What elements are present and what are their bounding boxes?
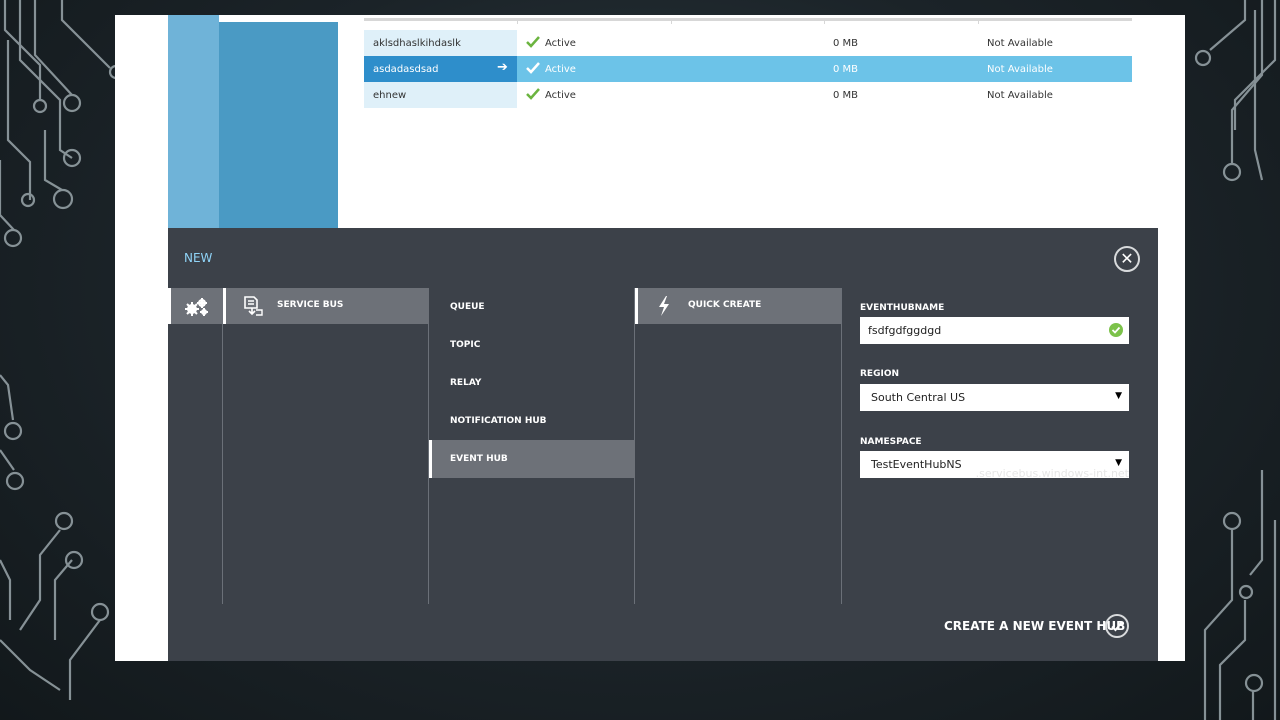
arrow-right-icon[interactable]: ➔ [497,60,508,75]
row-name[interactable]: aklsdhaslkihdaslk [364,30,517,56]
column-divider [978,18,979,24]
checkmark-icon [1111,621,1123,632]
portal-screenshot: aklsdhaslkihdaslk Active 0 MB Not Availa… [115,15,1185,661]
namespace-label: NAMESPACE [860,437,922,447]
column-divider [671,18,672,24]
row-status: Active [545,38,576,49]
column-divider [824,18,825,24]
eventhub-name-input[interactable]: fsdfgdfggdgd [860,317,1129,344]
row-availability: Not Available [987,64,1053,75]
region-select[interactable]: South Central US ▼ [860,384,1129,411]
lightning-icon [659,296,669,316]
table-header-line [364,18,1132,24]
row-size: 0 MB [833,90,859,101]
menu-item-event-hub[interactable]: EVENT HUB [429,440,635,478]
table-row[interactable]: ehnew Active 0 MB Not Available [364,82,1132,108]
left-nav-panel [219,22,338,228]
menu-item-notification-hub[interactable]: NOTIFICATION HUB [429,402,635,440]
row-size: 0 MB [833,38,859,49]
row-status: Active [545,64,576,75]
column-divider [841,288,842,604]
quick-create-option[interactable]: QUICK CREATE [635,288,841,324]
menu-item-queue[interactable]: QUEUE [429,288,635,326]
service-bus-category[interactable]: SERVICE BUS [223,288,429,324]
menu-item-relay[interactable]: RELAY [429,364,635,402]
create-event-hub-label[interactable]: CREATE A NEW EVENT HUB [944,619,1125,633]
column-divider [517,18,518,24]
row-availability: Not Available [987,38,1053,49]
region-label: REGION [860,369,899,379]
namespace-suffix: .servicebus.windows-int.net [975,467,1129,480]
gears-icon [185,298,208,316]
check-icon [526,88,540,100]
app-services-category[interactable] [168,288,223,324]
close-button[interactable]: ✕ [1114,246,1140,272]
row-status: Active [545,90,576,101]
row-name[interactable]: asdadasdsad [364,56,517,82]
create-event-hub-button[interactable] [1105,614,1129,638]
drawer-title: NEW [184,251,213,265]
service-bus-label: SERVICE BUS [277,300,344,310]
service-bus-icon [244,296,263,316]
column-divider [222,288,223,604]
quick-create-label: QUICK CREATE [688,300,762,310]
row-size: 0 MB [833,64,859,75]
new-item-drawer: NEW ✕ SERVICE BUS QUEUE TOPIC RELAY NOTI… [168,228,1158,661]
check-icon [526,36,540,48]
table-row[interactable]: aklsdhaslkihdaslk Active 0 MB Not Availa… [364,30,1132,56]
valid-check-icon [1109,323,1123,337]
close-icon: ✕ [1120,249,1134,268]
eventhub-name-label: EVENTHUBNAME [860,303,945,313]
eventhub-name-value: fsdfgdfggdgd [868,324,942,337]
row-availability: Not Available [987,90,1053,101]
region-value: South Central US [871,391,966,404]
dropdown-caret-icon: ▼ [1115,391,1122,401]
check-icon [526,62,540,74]
row-name[interactable]: ehnew [364,82,517,108]
left-nav-rail [168,15,219,228]
menu-item-topic[interactable]: TOPIC [429,326,635,364]
table-row-selected[interactable]: asdadasdsad ➔ Active 0 MB Not Available [364,56,1132,82]
